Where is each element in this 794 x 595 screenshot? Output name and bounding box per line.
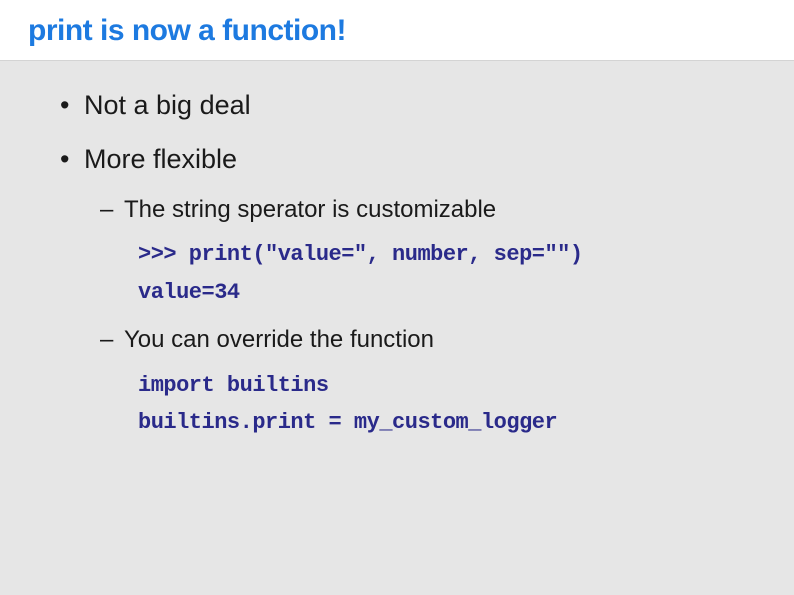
- sub-bullet-text: You can override the function: [124, 326, 434, 353]
- slide-title: print is now a function!: [28, 14, 766, 48]
- bullet-item: Not a big deal: [56, 87, 738, 125]
- slide-body: Not a big deal More flexible The string …: [0, 61, 794, 441]
- sub-bullet-item: The string sperator is customizable >>> …: [98, 193, 738, 311]
- code-block: import builtins builtins.print = my_cust…: [138, 367, 738, 442]
- sub-bullet-text: The string sperator is customizable: [124, 196, 496, 223]
- bullet-item: More flexible The string sperator is cus…: [56, 141, 738, 442]
- bullet-text: More flexible: [84, 144, 237, 174]
- slide-header: print is now a function!: [0, 0, 794, 61]
- sub-bullet-list: The string sperator is customizable >>> …: [98, 193, 738, 442]
- code-block: >>> print("value=", number, sep="") valu…: [138, 236, 738, 311]
- sub-bullet-item: You can override the function import bui…: [98, 323, 738, 441]
- bullet-text: Not a big deal: [84, 90, 251, 120]
- bullet-list: Not a big deal More flexible The string …: [56, 87, 738, 441]
